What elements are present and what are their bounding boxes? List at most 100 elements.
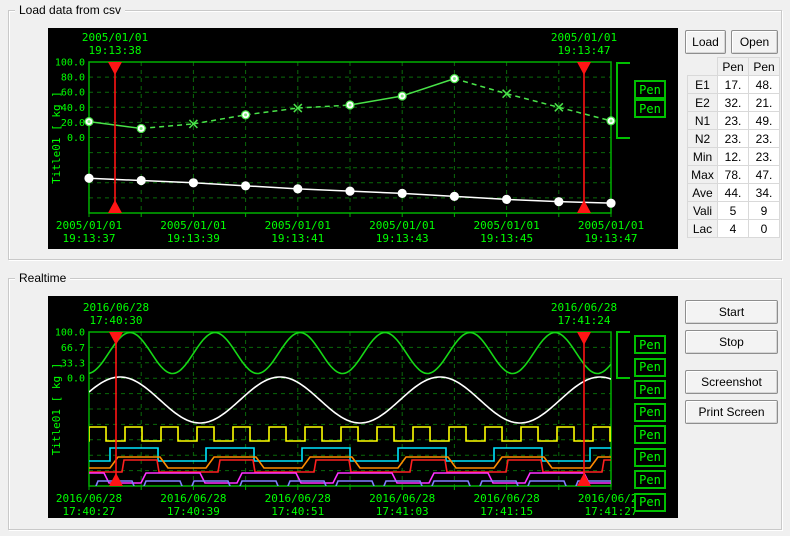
cell-value: 5 [717, 201, 749, 220]
x-axis-time-label: 19:13:39 [167, 232, 220, 245]
cursor-date-label: 2005/01/01 [551, 31, 617, 44]
cursor-time-label: 19:13:47 [558, 44, 611, 57]
pen-button[interactable]: Pen [634, 470, 666, 489]
cell-value: 21. [748, 93, 780, 112]
y-axis-title: Title01 [ kg ] [50, 363, 63, 456]
pen-button[interactable]: Pen [634, 380, 666, 399]
table-row: Ave 44. 34. [687, 183, 780, 202]
row-label: E2 [687, 93, 718, 112]
cell-value: 17. [717, 75, 749, 94]
cell-value: 0 [748, 219, 780, 238]
pen-button[interactable]: Pen [634, 425, 666, 444]
pen-column-header: Pen [748, 57, 780, 76]
y-axis-label: 0.0 [67, 133, 85, 144]
cursor-date-label: 2016/06/28 [83, 301, 149, 314]
cell-value: 4 [717, 219, 749, 238]
table-row: E2 32. 21. [687, 93, 780, 112]
row-label: N1 [687, 111, 718, 130]
table-row: Vali 5 9 [687, 201, 780, 220]
cursor-date-label: 2016/06/28 [551, 301, 617, 314]
stats-table: Pen Pen E1 17. 48. E2 32. 21. N1 23. 49. N2 23. 23. Mi… [687, 57, 780, 238]
row-label: Ave [687, 183, 718, 202]
pen-button[interactable]: Pen [634, 99, 666, 118]
x-axis-date-label: 2016/06/28 [265, 492, 331, 505]
pen-button[interactable]: Pen [634, 492, 666, 512]
cell-value: 23. [748, 129, 780, 148]
cell-value: 49. [748, 111, 780, 130]
realtime-chart[interactable]: 100.0 66.7 33.3 0.0 Title01 [ kg ] 2016/06/28… [48, 296, 678, 518]
row-label: N2 [687, 129, 718, 148]
pen-bracket [616, 62, 630, 139]
cell-value: 23. [717, 129, 749, 148]
app-window: Load data from csv Realtime 100.0 80.0 60.… [0, 0, 790, 536]
stop-button[interactable]: Stop [685, 330, 778, 354]
x-axis-time-label: 17:41:15 [480, 505, 533, 518]
cursor[interactable] [108, 62, 122, 213]
table-row: N1 23. 49. [687, 111, 780, 130]
x-axis-date-label: 2016/06/28 [473, 492, 539, 505]
y-axis-label: 20.0 [61, 118, 85, 129]
series-square-yellow [89, 426, 611, 442]
table-row: Min 12. 23. [687, 147, 780, 166]
start-button[interactable]: Start [685, 300, 778, 324]
x-axis-date-label: 2005/01/01 [160, 219, 226, 232]
table-row: E1 17. 48. [687, 75, 780, 94]
x-axis-time-label: 19:13:37 [63, 232, 116, 245]
cursor-time-label: 17:40:30 [90, 314, 143, 327]
pen-button[interactable]: Pen [634, 335, 666, 354]
x-axis-date-label: 2005/01/01 [473, 219, 539, 232]
cursor-top-triangle [108, 62, 122, 75]
x-axis-time-label: 19:13:45 [480, 232, 533, 245]
x-axis-date-label: 2016/06/28 [369, 492, 435, 505]
row-label: E1 [687, 75, 718, 94]
csv-history-chart-svg: 100.0 80.0 60.0 40.0 20.0 0.0 Title01 [ kg ] 20… [50, 31, 644, 245]
x-axis-time-label: 17:41:03 [376, 505, 429, 518]
pen-button[interactable]: Pen [634, 80, 666, 99]
table-row: N2 23. 23. [687, 129, 780, 148]
screenshot-button[interactable]: Screenshot [685, 370, 778, 394]
cell-value: 44. [717, 183, 749, 202]
print-screen-button[interactable]: Print Screen [685, 400, 778, 424]
x-axis-date-label: 2005/01/01 [369, 219, 435, 232]
y-axis-label: 0.0 [67, 374, 85, 385]
x-axis-date-label: 2005/01/01 [265, 219, 331, 232]
cell-value: 23. [717, 111, 749, 130]
cursor-bottom-triangle [108, 200, 122, 213]
cell-value: 48. [748, 75, 780, 94]
pen-bracket [616, 331, 630, 379]
group-realtime-title: Realtime [15, 271, 71, 285]
y-axis-label: 60.0 [61, 88, 85, 99]
cell-value: 32. [717, 93, 749, 112]
csv-chart[interactable]: 100.0 80.0 60.0 40.0 20.0 0.0 Title01 [ kg ] 20… [48, 28, 678, 249]
cursor-time-label: 19:13:38 [89, 44, 142, 57]
cursor-top-triangle [109, 332, 123, 345]
cursor-date-label: 2005/01/01 [82, 31, 148, 44]
cursor[interactable] [109, 332, 123, 486]
realtime-chart-svg: 100.0 66.7 33.3 0.0 Title01 [ kg ] 2016/06/28… [50, 301, 644, 518]
group-load-csv-title: Load data from csv [15, 3, 126, 17]
load-button[interactable]: Load [685, 30, 726, 54]
cell-value: 23. [748, 147, 780, 166]
row-label: Lac [687, 219, 718, 238]
row-label: Min [687, 147, 718, 166]
table-row: Lac 4 0 [687, 219, 780, 238]
pen-button[interactable]: Pen [634, 357, 666, 377]
x-axis-time-label: 17:41:27 [585, 505, 638, 518]
row-label: Max [687, 165, 718, 184]
pen-button[interactable]: Pen [634, 402, 666, 422]
cell-value: 12. [717, 147, 749, 166]
cursor-top-triangle [577, 62, 591, 75]
x-axis-time-label: 17:40:39 [167, 505, 220, 518]
x-axis-date-label: 2005/01/01 [56, 219, 122, 232]
pen-button[interactable]: Pen [634, 447, 666, 467]
y-axis-label: 80.0 [61, 73, 85, 84]
table-corner [687, 57, 718, 76]
open-button[interactable]: Open [731, 30, 778, 54]
cell-value: 78. [717, 165, 749, 184]
cell-value: 34. [748, 183, 780, 202]
x-axis-time-label: 19:13:41 [271, 232, 324, 245]
y-axis-label: 66.7 [61, 343, 85, 354]
cursor-time-label: 17:41:24 [558, 314, 611, 327]
cursor-bottom-triangle [577, 473, 591, 486]
y-axis-title: Title01 [ kg ] [50, 91, 63, 184]
